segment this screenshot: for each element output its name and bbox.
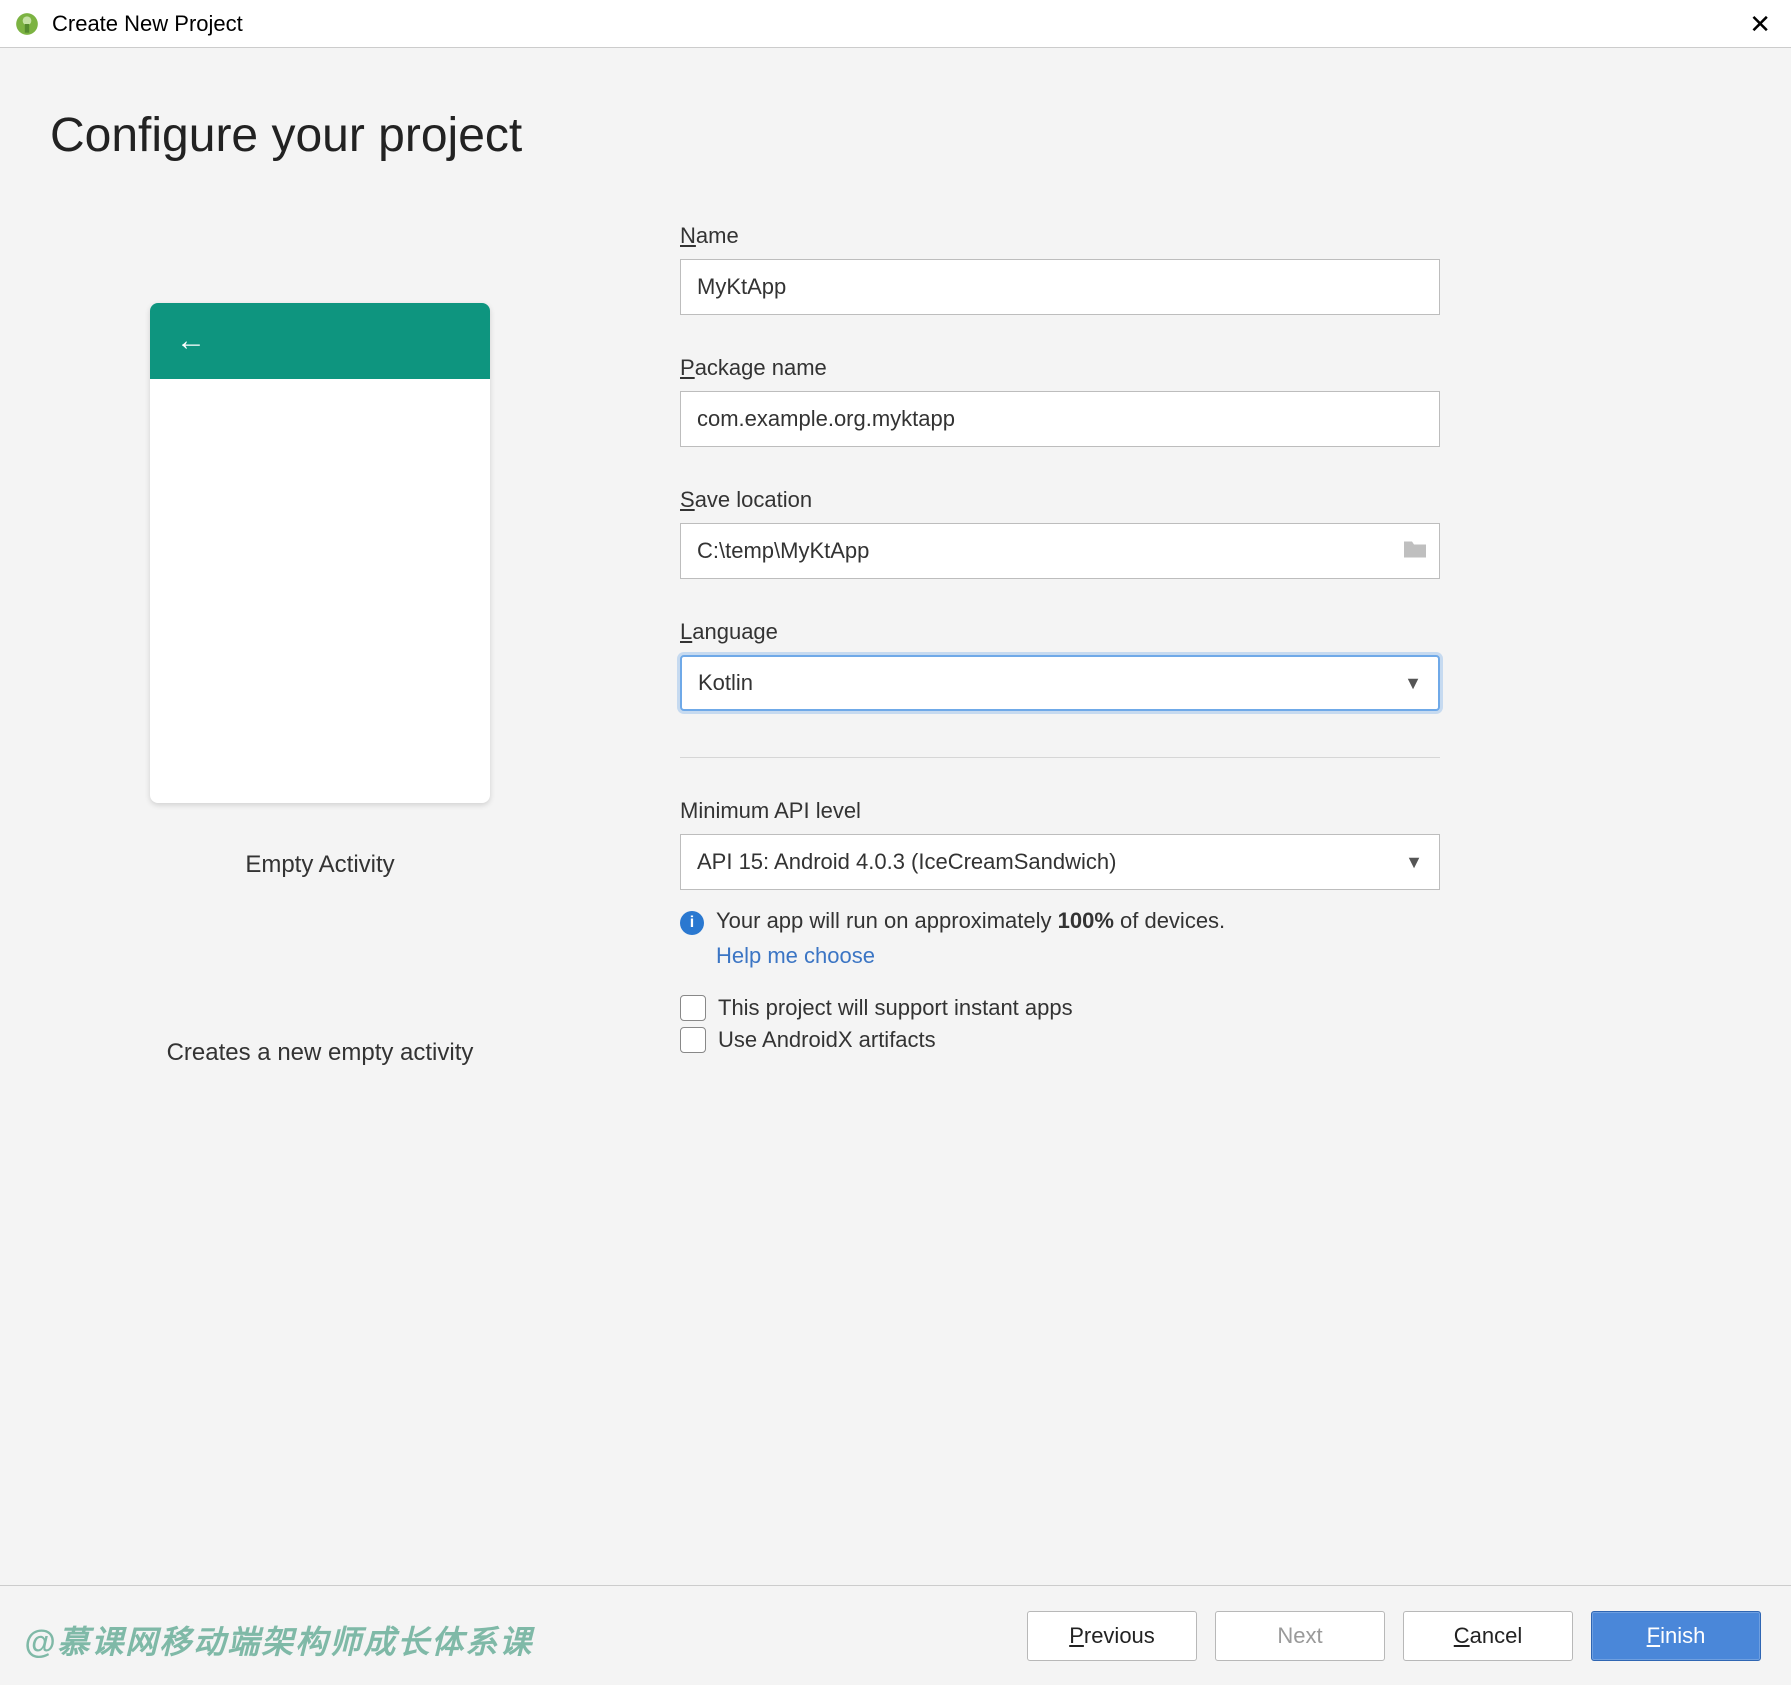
name-label: Name — [680, 223, 1440, 249]
phone-preview: ← — [150, 303, 490, 803]
field-min-api: Minimum API level API 15: Android 4.0.3 … — [680, 798, 1440, 1053]
window-title: Create New Project — [52, 11, 1739, 37]
field-language: Language Kotlin ▼ — [680, 619, 1440, 711]
arrow-left-icon: ← — [176, 326, 206, 356]
page-title: Configure your project — [50, 108, 1741, 163]
language-select-value: Kotlin — [698, 670, 753, 696]
min-api-label: Minimum API level — [680, 798, 1440, 824]
template-name: Empty Activity — [245, 851, 394, 879]
language-select[interactable]: Kotlin ▼ — [680, 655, 1440, 711]
api-info-row: i Your app will run on approximately 100… — [680, 908, 1440, 935]
window-titlebar: Create New Project ✕ — [0, 0, 1791, 48]
field-name: Name — [680, 223, 1440, 315]
save-location-input[interactable] — [680, 523, 1440, 579]
androidx-checkbox[interactable] — [680, 1027, 706, 1053]
package-input[interactable] — [680, 391, 1440, 447]
androidx-row: Use AndroidX artifacts — [680, 1027, 1440, 1053]
phone-appbar: ← — [150, 303, 490, 379]
language-label: Language — [680, 619, 1440, 645]
section-divider — [680, 757, 1440, 758]
instant-apps-checkbox[interactable] — [680, 995, 706, 1021]
name-input[interactable] — [680, 259, 1440, 315]
project-form: Name Package name Save location Language — [680, 223, 1440, 1585]
watermark-text: @慕课网移动端架构师成长体系课 — [24, 1617, 533, 1663]
help-me-choose-link[interactable]: Help me choose — [716, 943, 875, 969]
instant-apps-row: This project will support instant apps — [680, 995, 1440, 1021]
chevron-down-icon: ▼ — [1405, 852, 1423, 873]
dialog-body: Configure your project ← Empty Activity … — [0, 48, 1791, 1585]
dialog-footer: @慕课网移动端架构师成长体系课 Previous Next Cancel Fin… — [0, 1585, 1791, 1685]
min-api-select-value: API 15: Android 4.0.3 (IceCreamSandwich) — [697, 849, 1116, 875]
finish-button[interactable]: Finish — [1591, 1611, 1761, 1661]
instant-apps-label: This project will support instant apps — [718, 995, 1073, 1021]
package-label: Package name — [680, 355, 1440, 381]
previous-button[interactable]: Previous — [1027, 1611, 1197, 1661]
api-info-text: Your app will run on approximately 100% … — [716, 908, 1225, 934]
save-location-label: Save location — [680, 487, 1440, 513]
template-description: Creates a new empty activity — [167, 1039, 474, 1067]
next-button[interactable]: Next — [1215, 1611, 1385, 1661]
field-package: Package name — [680, 355, 1440, 447]
min-api-select[interactable]: API 15: Android 4.0.3 (IceCreamSandwich)… — [680, 834, 1440, 890]
close-icon[interactable]: ✕ — [1739, 7, 1781, 41]
folder-browse-icon[interactable] — [1402, 536, 1428, 567]
info-icon: i — [680, 911, 704, 935]
field-save-location: Save location — [680, 487, 1440, 579]
chevron-down-icon: ▼ — [1404, 673, 1422, 694]
androidx-label: Use AndroidX artifacts — [718, 1027, 936, 1053]
template-preview-column: ← Empty Activity Creates a new empty act… — [50, 223, 590, 1585]
android-studio-icon — [14, 11, 40, 37]
cancel-button[interactable]: Cancel — [1403, 1611, 1573, 1661]
